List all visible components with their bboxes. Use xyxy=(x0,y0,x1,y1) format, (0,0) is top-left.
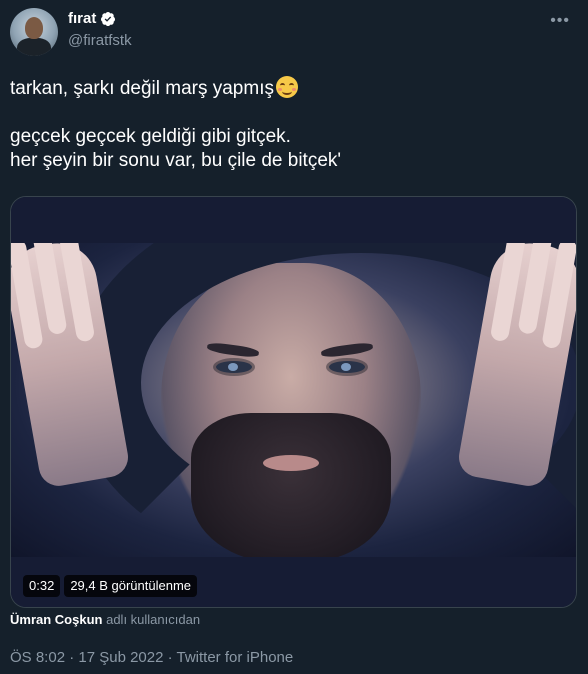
video-thumbnail[interactable] xyxy=(11,243,576,557)
tweet-line-1-text: tarkan, şarkı değil marş yapmış xyxy=(10,78,274,99)
video-eye-left xyxy=(216,361,252,373)
author-name[interactable]: fırat xyxy=(68,10,96,27)
verified-badge-icon xyxy=(101,11,116,26)
avatar-head xyxy=(25,17,43,39)
video-attribution: Ümran Coşkun adlı kullanıcıdan xyxy=(10,612,200,627)
author-name-row[interactable]: fırat xyxy=(68,10,116,27)
video-lips xyxy=(263,455,319,471)
tweet-header: fırat @firatfstk ••• xyxy=(0,0,588,64)
tweet-line-1: tarkan, şarkı değil marş yapmış xyxy=(10,76,570,101)
video-eye-right xyxy=(329,361,365,373)
video-beard xyxy=(191,413,391,557)
video-player[interactable]: 0:32 29,4 B görüntülenme xyxy=(10,196,577,608)
smiling-face-icon xyxy=(275,76,298,98)
ellipsis-icon[interactable]: ••• xyxy=(550,12,570,30)
video-letterbox-top xyxy=(11,197,576,243)
tweet-line-3: her şeyin bir sonu var, bu çile de bitçe… xyxy=(10,150,342,171)
author-handle[interactable]: @firatfstk xyxy=(68,32,132,49)
tweet-line-2: geçcek geçcek geldiği gibi gitçek. xyxy=(10,126,291,147)
video-badges: 0:32 29,4 B görüntülenme xyxy=(23,575,198,597)
avatar-shirt xyxy=(17,38,51,56)
video-duration: 0:32 xyxy=(23,575,61,597)
attribution-suffix: adlı kullanıcıdan xyxy=(106,612,201,627)
video-views: 29,4 B görüntülenme xyxy=(64,575,198,597)
avatar[interactable] xyxy=(10,8,58,56)
tweet-text: tarkan, şarkı değil marş yapmış geçcek g… xyxy=(10,76,570,173)
attribution-user[interactable]: Ümran Coşkun xyxy=(10,612,102,627)
tweet-meta: ÖS 8:02 · 17 Şub 2022 · Twitter for iPho… xyxy=(10,649,294,666)
